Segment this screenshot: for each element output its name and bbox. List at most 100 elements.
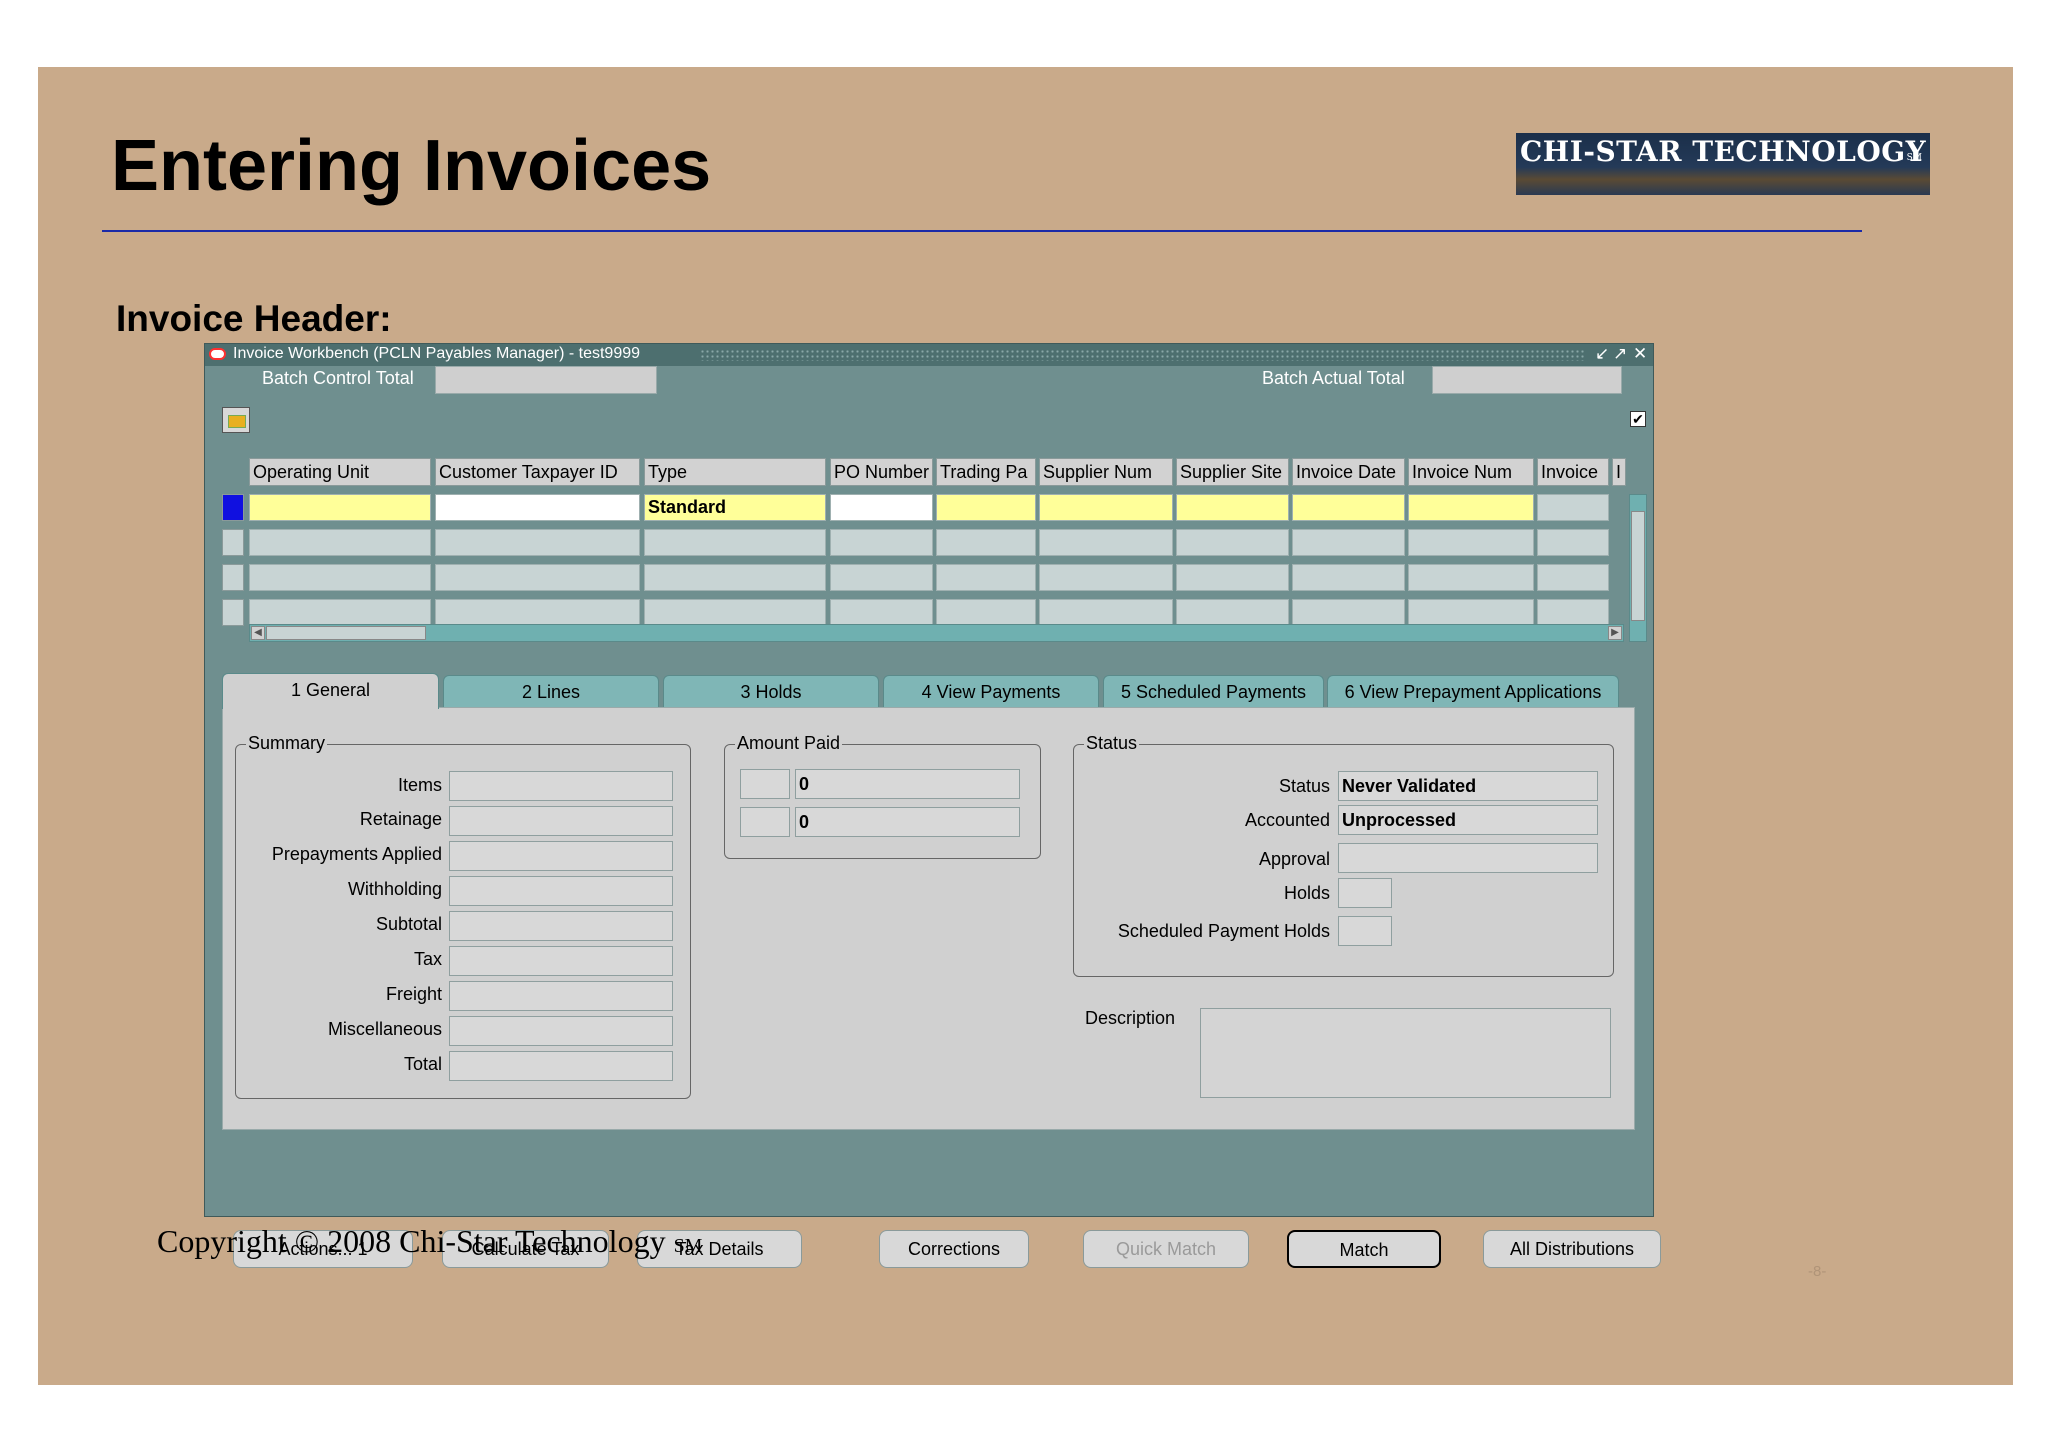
column-header-invoice-num[interactable]: Invoice Num <box>1408 458 1534 486</box>
table-cell[interactable] <box>435 599 640 626</box>
amount-paid-field[interactable]: 0 <box>795 769 1020 799</box>
accounted-field[interactable]: Unprocessed <box>1338 805 1598 835</box>
table-cell[interactable] <box>1176 564 1289 591</box>
table-cell[interactable] <box>1039 529 1173 556</box>
retainage-field[interactable] <box>449 806 673 836</box>
table-cell[interactable] <box>1537 599 1609 626</box>
table-cell[interactable] <box>435 564 640 591</box>
tab-general[interactable]: 1 General <box>222 673 439 709</box>
scroll-left-icon[interactable]: ◀ <box>251 626 265 640</box>
scheduled-payment-holds-field[interactable] <box>1338 916 1392 946</box>
table-cell[interactable] <box>644 599 826 626</box>
table-cell[interactable] <box>1039 564 1173 591</box>
withholding-field[interactable] <box>449 876 673 906</box>
status-field[interactable]: Never Validated <box>1338 771 1598 801</box>
table-cell[interactable] <box>830 599 933 626</box>
tab-lines[interactable]: 2 Lines <box>443 675 659 708</box>
select-checkbox[interactable]: ✔ <box>1630 411 1646 427</box>
table-cell[interactable] <box>435 529 640 556</box>
customer-taxpayer-id-field[interactable] <box>435 494 640 521</box>
table-cell[interactable] <box>830 529 933 556</box>
subtotal-field[interactable] <box>449 911 673 941</box>
column-header-truncated[interactable]: I <box>1612 458 1626 486</box>
table-cell[interactable] <box>936 599 1036 626</box>
column-header-invoice-date[interactable]: Invoice Date <box>1292 458 1405 486</box>
quick-match-button[interactable]: Quick Match <box>1083 1230 1249 1268</box>
column-header-supplier-site[interactable]: Supplier Site <box>1176 458 1289 486</box>
amount-paid-currency-field[interactable] <box>740 807 790 837</box>
supplier-num-field[interactable] <box>1039 494 1173 521</box>
table-cell[interactable] <box>1176 529 1289 556</box>
row-indicator-3[interactable] <box>222 564 244 591</box>
table-cell[interactable] <box>644 529 826 556</box>
table-cell[interactable] <box>1292 599 1405 626</box>
table-cell[interactable] <box>1408 564 1534 591</box>
row-indicator-4[interactable] <box>222 599 244 626</box>
table-cell[interactable] <box>249 599 431 626</box>
maximize-icon[interactable]: ↗ <box>1613 344 1627 364</box>
invoice-num-field[interactable] <box>1408 494 1534 521</box>
table-cell[interactable] <box>1537 529 1609 556</box>
table-cell[interactable] <box>644 564 826 591</box>
slide-subtitle: Invoice Header: <box>116 298 392 339</box>
scrollbar-thumb[interactable] <box>266 626 426 640</box>
amount-paid-currency-field[interactable] <box>740 769 790 799</box>
prepayments-applied-field[interactable] <box>449 841 673 871</box>
table-cell[interactable] <box>1408 599 1534 626</box>
description-field[interactable] <box>1200 1008 1611 1098</box>
window-titlebar[interactable]: Invoice Workbench (PCLN Payables Manager… <box>205 344 1653 366</box>
supplier-site-field[interactable] <box>1176 494 1289 521</box>
batch-actual-total-field[interactable] <box>1432 366 1622 394</box>
scroll-right-icon[interactable]: ▶ <box>1608 626 1622 640</box>
table-cell[interactable] <box>830 564 933 591</box>
column-header-supplier-num[interactable]: Supplier Num <box>1039 458 1173 486</box>
holds-field[interactable] <box>1338 878 1392 908</box>
match-button[interactable]: Match <box>1287 1230 1441 1268</box>
table-cell[interactable] <box>1292 564 1405 591</box>
column-header-trading-partner[interactable]: Trading Pa <box>936 458 1036 486</box>
table-cell[interactable] <box>1039 599 1173 626</box>
table-cell[interactable] <box>249 529 431 556</box>
scrollbar-thumb[interactable] <box>1631 511 1645 621</box>
table-cell[interactable] <box>1537 564 1609 591</box>
table-cell[interactable] <box>1292 529 1405 556</box>
tab-view-prepayment-applications[interactable]: 6 View Prepayment Applications <box>1327 675 1619 708</box>
tax-field[interactable] <box>449 946 673 976</box>
operating-unit-field[interactable]: … <box>249 494 431 521</box>
row-indicator-1[interactable] <box>222 494 244 521</box>
amount-paid-field[interactable]: 0 <box>795 807 1020 837</box>
tab-view-payments[interactable]: 4 View Payments <box>883 675 1099 708</box>
total-field[interactable] <box>449 1051 673 1081</box>
po-number-field[interactable] <box>830 494 933 521</box>
vertical-scrollbar[interactable] <box>1629 494 1647 642</box>
table-cell[interactable] <box>1408 529 1534 556</box>
items-field[interactable] <box>449 771 673 801</box>
row-indicator-2[interactable] <box>222 529 244 556</box>
folder-open-icon[interactable] <box>222 407 250 433</box>
column-header-operating-unit[interactable]: Operating Unit <box>249 458 431 486</box>
table-cell[interactable] <box>936 564 1036 591</box>
column-header-invoice[interactable]: Invoice <box>1537 458 1609 486</box>
horizontal-scrollbar[interactable]: ◀ ▶ <box>249 624 1624 642</box>
column-header-customer-taxpayer-id[interactable]: Customer Taxpayer ID <box>435 458 640 486</box>
column-header-type[interactable]: Type <box>644 458 826 486</box>
type-field[interactable]: Standard <box>644 494 826 521</box>
trading-partner-field[interactable] <box>936 494 1036 521</box>
invoice-date-field[interactable] <box>1292 494 1405 521</box>
miscellaneous-field[interactable] <box>449 1016 673 1046</box>
tab-holds[interactable]: 3 Holds <box>663 675 879 708</box>
table-cell[interactable] <box>1176 599 1289 626</box>
all-distributions-button[interactable]: All Distributions <box>1483 1230 1661 1268</box>
minimize-icon[interactable]: ↙ <box>1595 344 1609 364</box>
freight-field[interactable] <box>449 981 673 1011</box>
corrections-button[interactable]: Corrections <box>879 1230 1029 1268</box>
tab-scheduled-payments[interactable]: 5 Scheduled Payments <box>1103 675 1324 708</box>
batch-control-total-field[interactable] <box>435 366 657 394</box>
approval-field[interactable] <box>1338 843 1598 873</box>
invoice-field[interactable] <box>1537 494 1609 521</box>
close-icon[interactable]: ✕ <box>1633 344 1647 364</box>
logo-service-mark: SM <box>1906 153 1922 163</box>
table-cell[interactable] <box>936 529 1036 556</box>
table-cell[interactable] <box>249 564 431 591</box>
column-header-po-number[interactable]: PO Number <box>830 458 933 486</box>
